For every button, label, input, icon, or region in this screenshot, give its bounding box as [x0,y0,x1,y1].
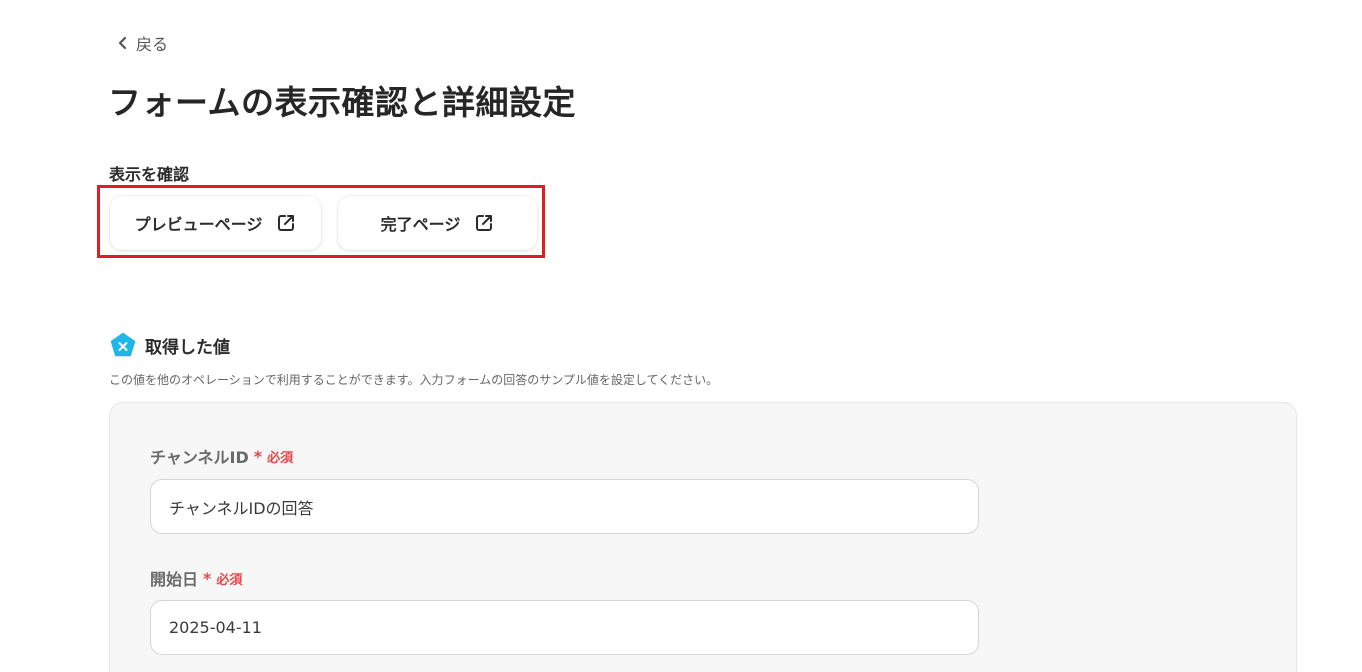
acquired-values-title: 取得した値 [145,337,230,358]
start-date-label: 開始日 * 必須 [150,566,242,590]
page: 戻る フォームの表示確認と詳細設定 表示を確認 プレビューページ 完了ページ 取… [0,0,1362,672]
display-check-label: 表示を確認 [109,165,190,184]
channel-id-label-text: チャンネルID [150,448,249,467]
external-link-icon [276,213,296,233]
x-pentagon-icon [110,332,136,357]
back-link-label: 戻る [136,35,169,54]
channel-id-label: チャンネルID * 必須 [150,444,293,468]
start-date-input[interactable] [150,600,979,655]
required-asterisk: * [253,446,263,466]
preview-page-button[interactable]: プレビューページ [110,196,321,250]
complete-page-button[interactable]: 完了ページ [338,196,537,250]
back-link[interactable]: 戻る [116,31,168,55]
chevron-left-icon [118,36,127,50]
required-badge: 必須 [267,450,294,466]
acquired-values-description: この値を他のオペレーションで利用することができます。入力フォームの回答のサンプル… [109,373,719,387]
required-asterisk: * [203,568,212,588]
complete-page-label: 完了ページ [380,215,461,234]
page-title: フォームの表示確認と詳細設定 [108,83,577,122]
channel-id-input[interactable] [150,479,979,534]
required-badge: 必須 [216,572,243,588]
acquired-values-header: 取得した値 [110,332,230,358]
preview-page-label: プレビューページ [134,215,263,234]
external-link-icon [474,213,494,233]
start-date-label-text: 開始日 [150,570,199,589]
